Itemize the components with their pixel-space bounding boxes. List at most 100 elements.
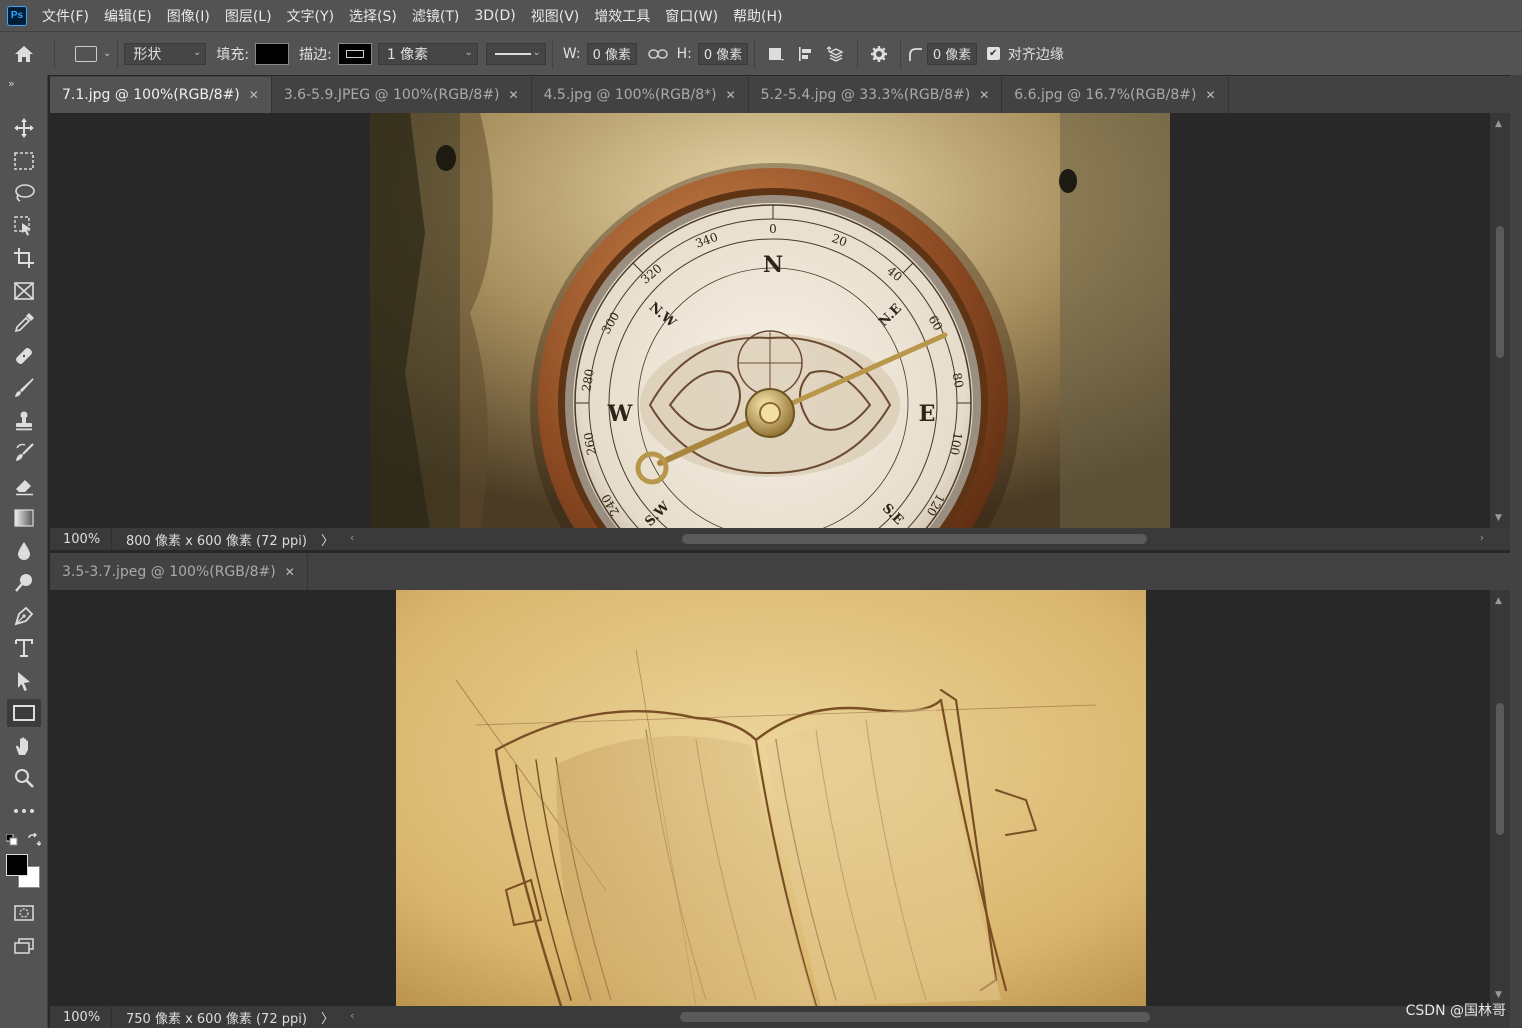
tab-3-6-5-9-jpeg[interactable]: 3.6-5.9.JPEG @ 100%(RGB/8#) ✕ [272,77,532,113]
chevron-right-icon[interactable]: 〉 [321,530,334,549]
path-arrangement-button[interactable] [821,39,851,69]
menu-3d[interactable]: 3D(D) [474,8,515,24]
menu-select[interactable]: 选择(S) [349,6,397,26]
mode-dropdown[interactable]: 形状 ⌄ [124,42,207,65]
close-icon[interactable]: ✕ [509,88,519,102]
document-info[interactable]: 750 像素 x 600 像素 (72 ppi) 〉 [112,1008,342,1027]
more-dots-icon [14,809,34,813]
close-icon[interactable]: ✕ [285,565,295,579]
pen-tool[interactable] [7,602,41,630]
menu-layer[interactable]: 图层(L) [225,6,272,26]
canvas-area-top[interactable]: N E W N.W N.E S.W S.E 0 20 40 60 80 100 … [50,113,1490,529]
chevron-down-icon: ⌄ [532,46,541,58]
close-icon[interactable]: ✕ [1205,88,1215,102]
scroll-down-icon[interactable]: ▼ [1495,990,1502,1000]
blur-tool[interactable] [7,537,41,565]
photoshop-logo-icon[interactable]: Ps [7,5,27,26]
scroll-left-icon[interactable]: ‹ [350,531,354,544]
history-brush-tool[interactable] [7,439,41,467]
stroke-swatch[interactable] [337,42,372,65]
frame-tool[interactable] [7,277,41,305]
menu-plugins[interactable]: 增效工具 [594,6,650,26]
scroll-left-icon[interactable]: ‹ [350,1009,354,1022]
rectangular-marquee-tool[interactable] [7,147,41,175]
gradient-tool[interactable] [7,504,41,532]
crop-tool[interactable] [7,244,41,272]
geometry-options-button[interactable] [864,39,894,69]
menu-file[interactable]: 文件(F) [42,6,89,26]
menu-window[interactable]: 窗口(W) [665,6,718,26]
menu-filter[interactable]: 滤镜(T) [412,6,459,26]
swap-colors-icon[interactable] [27,833,41,847]
align-left-icon [798,46,811,61]
horizontal-scrollbar-bottom[interactable]: ‹ [342,1006,1510,1028]
document-info[interactable]: 800 像素 x 600 像素 (72 ppi) 〉 [112,530,342,549]
clone-stamp-tool[interactable] [7,407,41,435]
tab-4-5-jpg[interactable]: 4.5.jpg @ 100%(RGB/8*) ✕ [532,77,749,113]
type-tool[interactable] [7,634,41,662]
close-icon[interactable]: ✕ [979,88,989,102]
collapse-panel-icon[interactable]: » [8,77,15,90]
scroll-up-icon[interactable]: ▲ [1495,596,1502,606]
book-sketch-image [396,590,1146,1006]
menu-help[interactable]: 帮助(H) [733,6,782,26]
scroll-thumb[interactable] [682,534,1147,544]
tab-7-1-jpg[interactable]: 7.1.jpg @ 100%(RGB/8#) ✕ [50,77,272,113]
menu-image[interactable]: 图像(I) [167,6,210,26]
tab-5-2-5-4-jpg[interactable]: 5.2-5.4.jpg @ 33.3%(RGB/8#) ✕ [749,77,1003,113]
menu-view[interactable]: 视图(V) [531,6,580,26]
scroll-right-icon[interactable]: › [1480,531,1484,544]
menu-edit[interactable]: 编辑(E) [104,6,152,26]
height-field[interactable]: 0 像素 [697,42,748,65]
align-edges-checkbox[interactable]: ✔ [986,47,1000,60]
path-alignment-button[interactable] [791,39,821,69]
vertical-scrollbar-bottom[interactable]: ▲ ▼ [1490,590,1510,1006]
scroll-thumb[interactable] [1496,226,1504,358]
default-colors-icon[interactable] [6,834,18,846]
move-tool[interactable] [7,114,41,142]
link-dimensions-button[interactable] [643,39,673,69]
rectangle-tool[interactable] [7,699,41,727]
zoom-tool[interactable] [7,764,41,792]
width-field[interactable]: 0 像素 [586,42,637,65]
screen-mode-button[interactable] [7,932,41,960]
path-selection-tool[interactable] [7,667,41,695]
chevron-right-icon[interactable]: 〉 [321,1008,334,1027]
scroll-up-icon[interactable]: ▲ [1495,119,1502,129]
menu-type[interactable]: 文字(Y) [287,6,334,26]
path-operations-button[interactable] [761,39,791,69]
eraser-tool[interactable] [7,472,41,500]
arrange-layers-icon [826,45,844,62]
zoom-field[interactable]: 100% [50,528,112,550]
scroll-down-icon[interactable]: ▼ [1495,513,1502,523]
corner-radius-field[interactable]: 0 像素 [926,42,977,65]
fill-swatch[interactable] [255,42,290,65]
zoom-field[interactable]: 100% [50,1006,112,1028]
scroll-thumb[interactable] [680,1012,1150,1022]
brush-tool[interactable] [7,374,41,402]
vertical-scrollbar-top[interactable]: ▲ ▼ [1490,113,1510,529]
hand-tool[interactable] [7,732,41,760]
home-button[interactable] [0,32,48,76]
eyedropper-tool[interactable] [7,309,41,337]
lasso-tool[interactable] [7,179,41,207]
object-selection-tool[interactable] [7,212,41,240]
edit-toolbar-button[interactable] [7,797,41,825]
healing-brush-tool[interactable] [7,342,41,370]
marquee-icon [14,152,34,170]
scroll-thumb[interactable] [1496,703,1504,835]
tab-3-5-3-7-jpeg[interactable]: 3.5-3.7.jpeg @ 100%(RGB/8#) ✕ [50,554,308,590]
quick-mask-button[interactable] [7,899,41,927]
tab-6-6-jpg[interactable]: 6.6.jpg @ 16.7%(RGB/8#) ✕ [1002,77,1229,113]
dodge-tool[interactable] [7,569,41,597]
canvas-area-bottom[interactable] [50,590,1490,1006]
stroke-width-field[interactable]: 1 像素 ⌄ [377,42,478,65]
tool-preset-rectangle-icon[interactable] [75,45,97,62]
close-icon[interactable]: ✕ [249,88,259,102]
foreground-color-swatch[interactable] [6,854,28,876]
close-icon[interactable]: ✕ [726,88,736,102]
tool-preset-chevron-icon[interactable]: ⌄ [103,48,111,59]
chevron-down-icon: ⌄ [464,46,473,58]
horizontal-scrollbar-top[interactable]: ‹ › [342,528,1510,550]
stroke-type-dropdown[interactable]: ⌄ [485,42,546,65]
